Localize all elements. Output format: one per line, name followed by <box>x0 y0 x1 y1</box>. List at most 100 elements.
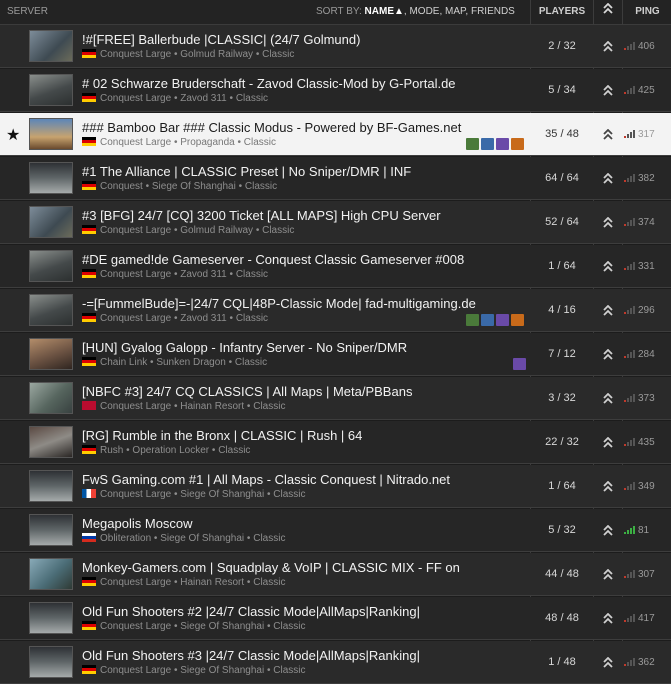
server-preset: Classic <box>262 225 295 236</box>
rank-chevron-icon <box>594 157 622 200</box>
meta-separator: • <box>171 489 181 500</box>
rank-chevron-icon <box>594 421 622 464</box>
sort-other-options[interactable]: , MODE, MAP, FRIENDS <box>404 6 515 17</box>
sort-by-control[interactable]: SORT BY: NAME▲, MODE, MAP, FRIENDS <box>316 0 515 24</box>
server-preset: Classic <box>234 357 268 368</box>
server-name: !#[FREE] Ballerbude |CLASSIC| (24/7 Golm… <box>82 32 361 47</box>
ping-number: 382 <box>638 173 655 184</box>
meta-separator: • <box>171 269 181 280</box>
meta-separator: • <box>244 401 254 412</box>
server-preset: Classic <box>235 313 269 324</box>
map-thumbnail <box>29 382 73 414</box>
server-browser: SERVER SORT BY: NAME▲, MODE, MAP, FRIEND… <box>0 0 671 684</box>
meta-separator: • <box>226 269 236 280</box>
server-name: FwS Gaming.com #1 | All Maps - Classic C… <box>82 472 451 487</box>
server-name: ### Bamboo Bar ### Classic Modus - Power… <box>82 120 462 135</box>
rank-chevron-icon <box>594 641 622 684</box>
ping-number: 317 <box>638 129 655 140</box>
map-name: Siege Of Shanghai <box>180 621 265 632</box>
server-row[interactable]: #1 The Alliance | CLASSIC Preset | No Sn… <box>0 157 671 200</box>
map-thumbnail <box>29 250 73 282</box>
server-meta: Conquest Large • Golmud Railway • Classi… <box>82 49 294 60</box>
meta-separator: • <box>244 533 254 544</box>
sort-name-option[interactable]: NAME <box>365 6 394 17</box>
country-flag-icon <box>82 93 96 102</box>
server-row[interactable]: #3 [BFG] 24/7 [CQ] 3200 Ticket [ALL MAPS… <box>0 201 671 244</box>
server-name: Megapolis Moscow <box>82 516 193 531</box>
map-thumbnail <box>29 470 73 502</box>
meta-separator: • <box>171 93 181 104</box>
game-mode: Chain Link <box>100 357 148 368</box>
server-row[interactable]: # 02 Schwarze Bruderschaft - Zavod Class… <box>0 69 671 112</box>
ping-value: 362 <box>624 641 671 684</box>
meta-separator: • <box>253 225 263 236</box>
server-row[interactable]: [RG] Rumble in the Bronx | CLASSIC | Rus… <box>0 421 671 464</box>
map-thumbnail <box>29 602 73 634</box>
map-name: Siege Of Shanghai <box>151 181 236 192</box>
server-row[interactable]: [HUN] Gyalog Galopp - Infantry Server - … <box>0 333 671 376</box>
signal-bars-icon <box>624 173 636 182</box>
map-thumbnail <box>29 426 73 458</box>
server-preset: Classic <box>235 269 269 280</box>
ping-value: 425 <box>624 69 671 112</box>
game-mode: Conquest Large <box>100 93 172 104</box>
server-meta: Conquest Large • Propaganda • Classic <box>82 137 276 148</box>
rank-chevron-icon <box>594 465 622 508</box>
ping-value: 317 <box>624 113 671 156</box>
server-badges <box>466 137 526 155</box>
rank-chevron-icon <box>594 597 622 640</box>
signal-bars-icon <box>624 129 636 138</box>
country-flag-icon <box>82 49 96 58</box>
server-preset: Classic <box>235 93 269 104</box>
game-mode: Conquest <box>100 181 143 192</box>
rank-chevron-icon <box>594 289 622 332</box>
country-flag-icon <box>82 533 96 542</box>
server-row[interactable]: Megapolis Moscow Obliteration • Siege Of … <box>0 509 671 552</box>
ping-number: 362 <box>638 657 655 668</box>
player-count: 44 / 48 <box>545 568 579 580</box>
server-meta: Conquest Large • Golmud Railway • Classi… <box>82 225 294 236</box>
server-row[interactable]: FwS Gaming.com #1 | All Maps - Classic C… <box>0 465 671 508</box>
server-row[interactable]: Monkey-Gamers.com | Squadplay & VoIP | C… <box>0 553 671 596</box>
signal-bars-icon <box>624 261 636 270</box>
server-preset: Classic <box>243 137 277 148</box>
server-badges <box>513 357 528 375</box>
server-row[interactable]: ★ ### Bamboo Bar ### Classic Modus - Powe… <box>0 113 671 156</box>
meta-separator: • <box>226 93 236 104</box>
server-row[interactable]: -=[FummelBude]=-|24/7 CQL|48P-Classic Mo… <box>0 289 671 332</box>
medic-badge-icon <box>466 314 479 326</box>
ping-column-header[interactable]: PING <box>624 0 671 24</box>
map-thumbnail <box>29 30 73 62</box>
game-mode: Conquest Large <box>100 313 172 324</box>
player-count: 5 / 34 <box>548 84 576 96</box>
server-badges <box>466 313 526 331</box>
meta-separator: • <box>235 181 245 192</box>
server-meta: Conquest Large • Siege Of Shanghai • Cla… <box>82 665 305 676</box>
medic-badge-icon <box>466 138 479 150</box>
hud-badge-icon <box>496 138 509 150</box>
rank-chevron-icon <box>594 509 622 552</box>
favorite-star-icon[interactable]: ★ <box>6 125 20 145</box>
meta-separator: • <box>226 313 236 324</box>
server-row[interactable]: #DE gamed!de Gameserver - Conquest Class… <box>0 245 671 288</box>
country-flag-icon <box>82 225 96 234</box>
ping-number: 81 <box>638 525 650 536</box>
rank-chevron-icon[interactable] <box>594 0 622 24</box>
server-row[interactable]: Old Fun Shooters #3 |24/7 Classic Mode|A… <box>0 641 671 684</box>
players-column-header[interactable]: PLAYERS <box>531 0 593 24</box>
signal-bars-icon <box>624 305 636 314</box>
map-thumbnail <box>29 338 73 370</box>
ping-number: 307 <box>638 569 655 580</box>
server-row[interactable]: Old Fun Shooters #2 |24/7 Classic Mode|A… <box>0 597 671 640</box>
server-row[interactable]: !#[FREE] Ballerbude |CLASSIC| (24/7 Golm… <box>0 25 671 68</box>
meta-separator: • <box>171 621 181 632</box>
server-meta: Conquest Large • Siege Of Shanghai • Cla… <box>82 489 305 500</box>
ping-number: 296 <box>638 305 655 316</box>
player-count: 64 / 64 <box>545 172 579 184</box>
signal-bars-icon <box>624 437 636 446</box>
server-row[interactable]: [NBFC #3] 24/7 CQ CLASSICS | All Maps | … <box>0 377 671 420</box>
meta-separator: • <box>171 313 181 324</box>
server-column-header[interactable]: SERVER <box>7 0 48 24</box>
ping-number: 435 <box>638 437 655 448</box>
map-thumbnail <box>29 558 73 590</box>
